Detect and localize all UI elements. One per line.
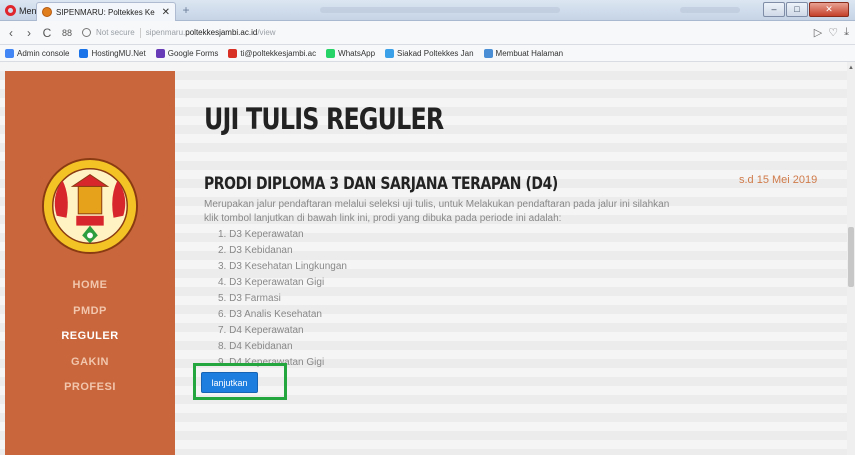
bookmark-item[interactable]: Siakad Poltekkes Jan (385, 48, 474, 58)
page-title: UJI TULIS REGULER (204, 102, 444, 136)
reload-icon[interactable]: C (42, 26, 52, 40)
program-list: 1. D3 Keperawatan 2. D3 Kebidanan 3. D3 Ke… (218, 227, 347, 371)
gmail-icon (228, 48, 238, 58)
program-item: 6. D3 Analis Kesehatan (218, 309, 322, 320)
url-path: /view (257, 28, 276, 37)
vpn-icon[interactable]: ▷ (814, 26, 822, 39)
bookmark-item[interactable]: Google Forms (155, 48, 219, 58)
window-controls: – □ ✕ (763, 2, 849, 17)
maximize-button[interactable]: □ (786, 2, 808, 17)
bookmark-item[interactable]: ti@poltekkesjambi.ac (228, 48, 317, 58)
download-icon[interactable]: ⤓ (844, 26, 849, 39)
scrollbar[interactable]: ▲ (847, 62, 855, 455)
bookmark-label: ti@poltekkesjambi.ac (240, 48, 317, 58)
new-tab-button[interactable]: + (180, 4, 192, 17)
whatsapp-icon (326, 48, 336, 58)
favicon-icon (42, 7, 52, 17)
opera-logo-icon (5, 5, 16, 16)
lanjutkan-button[interactable]: lanjutkan (201, 372, 258, 393)
bookmark-item[interactable]: Membuat Halaman (483, 48, 564, 58)
speed-dial-icon[interactable]: 88 (60, 28, 74, 38)
browser-tab[interactable]: SIPENMARU: Poltekkes Ke ✕ (36, 2, 176, 21)
program-item: 4. D3 Keperawatan Gigi (218, 277, 325, 288)
scroll-up-icon[interactable]: ▲ (848, 65, 854, 71)
sidebar-menu: HOME PMDP REGULER GAKIN PROFESI (5, 273, 175, 401)
forms-icon (155, 48, 165, 58)
url-domain: poltekkesjambi.ac.id (185, 28, 258, 37)
security-label: Not secure (96, 28, 135, 37)
globe-icon (82, 28, 91, 37)
bookmark-label: Admin console (17, 48, 70, 58)
section-title: PRODI DIPLOMA 3 DAN SARJANA TERAPAN (D4) (204, 174, 558, 194)
highlight-box: lanjutkan (193, 363, 287, 400)
minimize-button[interactable]: – (763, 2, 785, 17)
bookmark-label: HostingMU.Net (91, 48, 146, 58)
sidebar-item-reguler[interactable]: REGULER (5, 324, 175, 350)
sidebar: HOME PMDP REGULER GAKIN PROFESI (5, 71, 175, 455)
program-item: 7. D4 Keperawatan (218, 325, 304, 336)
deadline-date: s.d 15 Mei 2019 (739, 174, 818, 186)
address-toolbar: ‹ › C 88 Not secure sipenmaru.poltekkesj… (0, 21, 855, 45)
sidebar-item-home[interactable]: HOME (5, 273, 175, 299)
program-item: 8. D4 Kebidanan (218, 341, 293, 352)
program-item: 2. D3 Kebidanan (218, 245, 293, 256)
bookmark-label: Siakad Poltekkes Jan (397, 48, 474, 58)
program-item: 1. D3 Keperawatan (218, 229, 304, 240)
bookmark-label: Google Forms (167, 48, 219, 58)
hostingmu-icon (79, 48, 89, 58)
blurred-region (320, 7, 560, 13)
blurred-region (680, 7, 740, 13)
bookmark-label: WhatsApp (338, 48, 376, 58)
sidebar-item-profesi[interactable]: PROFESI (5, 375, 175, 401)
tab-title: SIPENMARU: Poltekkes Ke (56, 7, 155, 17)
section-description: Merupakan jalur pendaftaran melalui sele… (204, 199, 670, 224)
url-prefix: sipenmaru. (145, 28, 186, 37)
close-window-button[interactable]: ✕ (809, 2, 849, 17)
program-item: 5. D3 Farmasi (218, 293, 281, 304)
separator (139, 27, 141, 38)
wordpress-icon (483, 48, 493, 58)
browser-titlebar: Menu SIPENMARU: Poltekkes Ke ✕ + ≡ – □ ✕ (0, 0, 855, 21)
siakad-icon (385, 48, 395, 58)
forward-icon[interactable]: › (24, 26, 34, 40)
back-icon[interactable]: ‹ (6, 26, 16, 40)
program-item: 3. D3 Kesehatan Lingkungan (218, 261, 347, 272)
heart-icon[interactable]: ♡ (828, 26, 838, 39)
url-field[interactable]: Not secure sipenmaru.poltekkesjambi.ac.i… (82, 24, 806, 42)
google-icon (5, 48, 14, 58)
scroll-thumb[interactable] (848, 227, 854, 287)
sidebar-item-pmdp[interactable]: PMDP (5, 299, 175, 325)
tab-close-icon[interactable]: ✕ (162, 7, 170, 18)
bookmark-label: Membuat Halaman (495, 48, 564, 58)
bookmark-item[interactable]: HostingMU.Net (79, 48, 146, 58)
bookmark-item[interactable]: WhatsApp (326, 48, 376, 58)
bookmarks-bar: Admin console HostingMU.Net Google Forms ti… (0, 45, 855, 62)
bookmark-item[interactable]: Admin console (5, 48, 70, 58)
sidebar-item-gakin[interactable]: GAKIN (5, 350, 175, 376)
web-page: HOME PMDP REGULER GAKIN PROFESI UJI TULIS RE… (0, 62, 847, 455)
poltekkes-logo (41, 157, 139, 255)
